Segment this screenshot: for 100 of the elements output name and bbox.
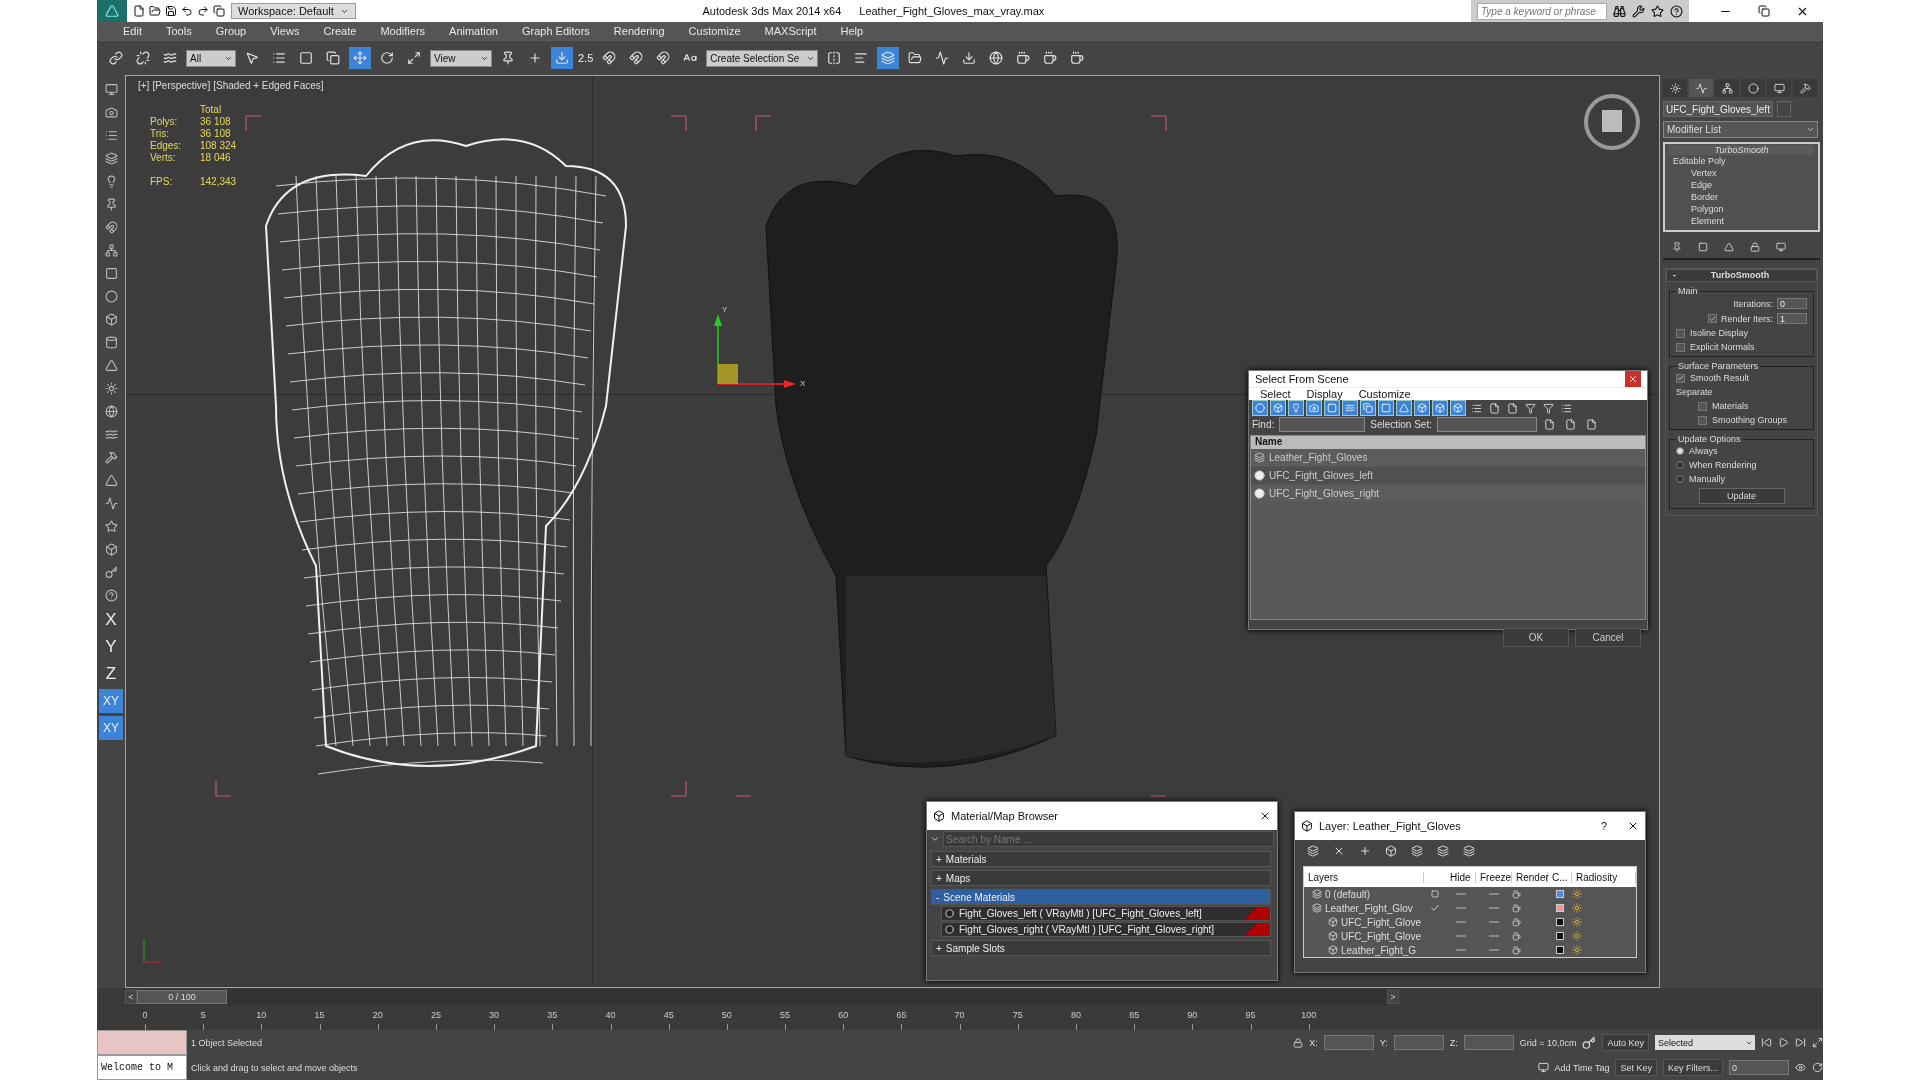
radio-button[interactable] [1676, 461, 1684, 469]
close-icon[interactable] [1627, 820, 1639, 832]
zoom-extents-icon[interactable] [1812, 1037, 1823, 1048]
layer-name[interactable]: UFC_Fight_Glove [1304, 916, 1424, 928]
layer-name[interactable]: Leather_Fight_Glov [1304, 902, 1424, 914]
layer-tool-icon[interactable] [1461, 843, 1477, 859]
search-field[interactable]: Search by Name ... [943, 831, 1274, 847]
dialog-menu-item[interactable]: Select [1253, 388, 1298, 400]
view-icon[interactable] [1795, 1062, 1806, 1073]
browser-group[interactable]: + Maps [931, 870, 1271, 886]
material-item[interactable]: Fight_Gloves_right ( VRayMtl ) [UFC_Fight_Gloves_right] [941, 922, 1271, 937]
reference-coordinate-dropdown[interactable]: View [430, 49, 492, 67]
move-icon[interactable] [349, 47, 371, 69]
iterations-spinner[interactable]: 0 [1777, 298, 1807, 309]
color-swatch[interactable] [1556, 932, 1564, 940]
layer-tool-icon[interactable] [1409, 843, 1425, 859]
layer-tool-icon[interactable] [1383, 843, 1399, 859]
move-gizmo-drawing[interactable]: Y X [706, 304, 816, 414]
layer-name[interactable]: Leather_Fight_G [1304, 944, 1424, 956]
axis-constraint-button[interactable]: X [99, 608, 123, 632]
option-checkbox[interactable] [1698, 415, 1707, 425]
layer-name[interactable]: 0 (default) [1304, 888, 1424, 900]
panel-tab-icon[interactable] [1663, 79, 1687, 97]
radio-button[interactable] [1676, 447, 1684, 455]
help-label[interactable]: ? [1586, 820, 1621, 832]
filter-type-icon[interactable] [1288, 400, 1304, 416]
column-header[interactable]: Render [1512, 871, 1548, 883]
filter-type-icon[interactable] [1414, 400, 1430, 416]
restore-icon[interactable] [1758, 4, 1770, 17]
menu-item[interactable]: Modifiers [368, 25, 438, 37]
selection-filter-dropdown[interactable]: All [186, 49, 236, 67]
menu-item[interactable]: Animation [437, 25, 510, 37]
binoculars-icon[interactable] [1613, 4, 1626, 18]
layer-manager-icon[interactable] [877, 47, 900, 69]
key-mode-dropdown[interactable]: Selected [1655, 1035, 1755, 1050]
menu-item[interactable]: Edit [111, 25, 154, 37]
option-checkbox[interactable] [1698, 401, 1707, 411]
previous-frame-button[interactable]: < [125, 990, 137, 1004]
column-header[interactable]: Freeze [1476, 871, 1512, 883]
z-field[interactable] [1463, 1035, 1514, 1050]
square-icon[interactable] [1431, 890, 1439, 898]
color-swatch[interactable] [1556, 904, 1564, 912]
auto-key-button[interactable]: Auto Key [1602, 1034, 1649, 1051]
modifier-list-dropdown[interactable]: Modifier List [1663, 121, 1818, 138]
filter-type-icon[interactable] [1360, 400, 1376, 416]
filter-type-icon[interactable] [1306, 400, 1322, 416]
panel-tab-icon[interactable] [1793, 79, 1817, 97]
browser-group[interactable]: + Materials [931, 851, 1271, 867]
axis-constraint-button[interactable]: Y [99, 635, 123, 659]
current-frame-field[interactable]: 0 [1729, 1060, 1789, 1075]
viewcube-icon[interactable] [1582, 92, 1642, 152]
x-field[interactable] [1323, 1035, 1374, 1050]
viewport-label[interactable]: [Shaded + Edged Faces] [213, 80, 324, 91]
filter-type-icon[interactable] [1396, 400, 1412, 416]
column-header[interactable]: C... [1548, 871, 1572, 883]
sub-object-item[interactable]: Edge [1669, 179, 1814, 191]
time-slider-thumb[interactable]: 0 / 100 [137, 990, 227, 1004]
star-icon[interactable] [1651, 4, 1664, 18]
selection-set-field[interactable] [1436, 416, 1537, 432]
set-key-button[interactable]: Set Key [1615, 1059, 1657, 1076]
folder-icon[interactable] [149, 5, 161, 17]
panel-tab-icon[interactable] [1689, 79, 1713, 97]
save-icon[interactable] [165, 5, 177, 17]
render-iters-checkbox[interactable] [1707, 314, 1717, 323]
app-logo[interactable] [97, 0, 127, 22]
rollout-header[interactable]: - TurboSmooth [1666, 269, 1817, 282]
check-icon[interactable] [1430, 903, 1440, 913]
sun-icon[interactable] [1572, 889, 1582, 899]
color-swatch[interactable] [1556, 946, 1564, 954]
ok-button[interactable]: OK [1503, 628, 1569, 647]
undo-icon[interactable] [181, 5, 193, 17]
dialog-menu-item[interactable]: Display [1299, 388, 1350, 400]
object-color-swatch[interactable] [1777, 101, 1791, 117]
sub-object-item[interactable]: Border [1669, 191, 1814, 203]
sub-object-item[interactable]: Vertex [1669, 167, 1814, 179]
redo-icon[interactable] [197, 5, 209, 17]
filter-type-icon[interactable] [1432, 400, 1448, 416]
menu-item[interactable]: Create [311, 25, 369, 37]
workspace-dropdown[interactable]: Workspace: Default [231, 3, 356, 19]
render-iters-spinner[interactable]: 1 [1777, 313, 1807, 324]
named-selection-dropdown[interactable]: Create Selection Se [706, 49, 819, 67]
radio-button[interactable] [1676, 475, 1684, 483]
search-field[interactable]: Type a keyword or phrase [1477, 2, 1607, 20]
options-icon[interactable] [930, 834, 940, 844]
menu-item[interactable]: Graph Editors [509, 25, 602, 37]
menu-item[interactable]: Views [258, 25, 312, 37]
color-swatch[interactable] [1556, 918, 1564, 926]
play-icon[interactable] [1778, 1037, 1789, 1048]
time-tag-icon[interactable] [1537, 1062, 1549, 1073]
panel-tab-icon[interactable] [1715, 79, 1739, 97]
y-field[interactable] [1393, 1035, 1444, 1050]
color-swatch[interactable] [1556, 890, 1564, 898]
column-header[interactable]: Name [1251, 436, 1645, 449]
listener-field[interactable] [97, 1030, 187, 1055]
filter-type-icon[interactable] [1342, 400, 1358, 416]
panel-tab-icon[interactable] [1741, 79, 1765, 97]
option-checkbox[interactable] [1676, 328, 1685, 338]
sun-icon[interactable] [1572, 917, 1582, 927]
sun-icon[interactable] [1572, 931, 1582, 941]
menu-item[interactable]: Rendering [601, 25, 677, 37]
